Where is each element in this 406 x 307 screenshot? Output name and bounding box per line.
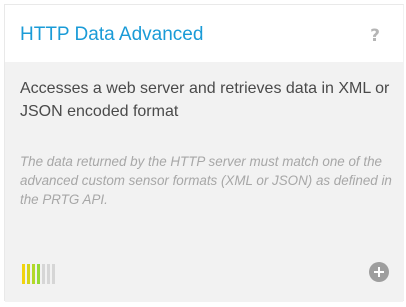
sensor-title[interactable]: HTTP Data Advanced <box>20 23 203 47</box>
performance-impact-bar <box>27 264 30 284</box>
sensor-note: The data returned by the HTTP server mus… <box>20 154 392 207</box>
performance-impact-bar <box>42 264 45 284</box>
card-header: HTTP Data Advanced ? <box>5 5 403 62</box>
performance-impact-bar <box>47 264 50 284</box>
card-body: Accesses a web server and retrieves data… <box>5 62 403 250</box>
performance-impact-bar <box>32 264 35 284</box>
sensor-card[interactable]: HTTP Data Advanced ? Accesses a web serv… <box>4 4 404 302</box>
performance-impact-indicator <box>22 264 55 284</box>
help-icon[interactable]: ? <box>367 25 383 47</box>
add-circle-icon[interactable] <box>369 262 389 282</box>
performance-impact-bar <box>52 264 55 284</box>
sensor-description: Accesses a web server and retrieves data… <box>20 80 390 120</box>
performance-impact-bar <box>37 264 40 284</box>
performance-impact-bar <box>22 264 25 284</box>
card-footer <box>5 250 403 302</box>
